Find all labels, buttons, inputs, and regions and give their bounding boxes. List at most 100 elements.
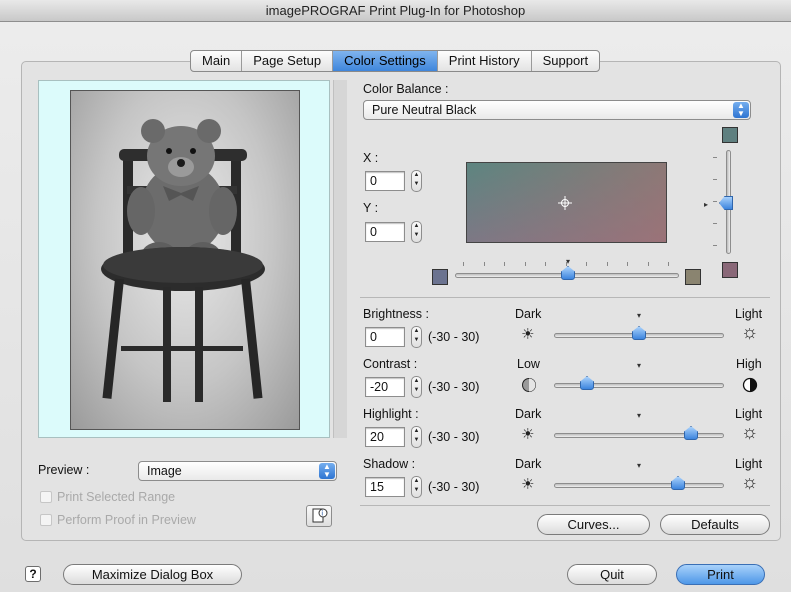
print-button[interactable]: Print [676,564,765,585]
contrast-slider-track[interactable] [554,383,724,388]
tab-bar: Main Page Setup Color Settings Print His… [190,50,601,72]
slider-tick [713,157,717,158]
preview-label: Preview : [38,463,90,477]
x-slider-center-marker: ▾ [566,257,571,266]
shadow-field[interactable]: 15 [365,477,405,497]
teddy-bear-chair-image [101,119,265,402]
sun-small-icon: ☀ [521,326,535,343]
contrast-high-label: High [736,357,762,371]
sun-small-icon: ☀ [521,476,535,493]
slider-tick [504,262,505,266]
tab-print-history[interactable]: Print History [438,51,532,71]
color-balance-value: Pure Neutral Black [372,103,477,117]
separator [360,505,770,506]
sun-large-icon: ☼ [741,472,759,493]
highlight-center-marker: ▾ [637,411,642,420]
half-circle-low-icon [522,378,536,392]
window-title: imagePROGRAF Print Plug-In for Photoshop [265,3,526,18]
color-balance-select[interactable]: Pure Neutral Black ▲ ▼ [363,100,751,120]
slider-tick [565,262,567,266]
y-stepper[interactable]: ▲ ▼ [411,221,422,243]
tab-page-setup[interactable]: Page Setup [242,51,334,71]
tab-color-settings[interactable]: Color Settings [333,51,438,71]
shadow-low-label: Dark [515,457,542,471]
window-title-bar: imagePROGRAF Print Plug-In for Photoshop [0,0,791,22]
contrast-center-marker: ▾ [637,361,642,370]
contrast-range: (-30 - 30) [428,380,480,394]
curves-button[interactable]: Curves... [537,514,650,535]
sun-large-icon: ☼ [741,322,759,343]
popup-arrows-icon: ▲ ▼ [319,463,335,479]
highlight-low-label: Dark [515,407,542,421]
help-icon: ? [29,567,37,581]
shadow-high-label: Light [735,457,763,471]
quit-button[interactable]: Quit [567,564,657,585]
brightness-high-label: Light [735,307,763,321]
print-selected-range-checkbox[interactable] [40,491,52,503]
crosshair-icon[interactable] [558,196,572,210]
brightness-center-marker: ▾ [637,311,642,320]
sun-small-icon: ☀ [521,426,535,443]
print-selected-range-label: Print Selected Range [57,490,176,504]
preview-scrollbar[interactable] [333,80,347,438]
brightness-field[interactable]: 0 [365,327,405,347]
slider-tick [713,245,717,246]
maximize-dialog-button[interactable]: Maximize Dialog Box [63,564,242,585]
highlight-high-label: Light [735,407,763,421]
preview-image [70,90,300,430]
brightness-label: Brightness : [363,307,430,321]
svg-text:i: i [321,510,323,518]
color-balance-label: Color Balance : [363,82,449,96]
popup-arrows-icon: ▲ ▼ [733,102,749,118]
document-info-icon: i [312,508,328,523]
contrast-field[interactable]: -20 [365,377,405,397]
slider-tick [586,262,587,266]
slider-tick [713,223,717,224]
defaults-button[interactable]: Defaults [660,514,770,535]
contrast-low-label: Low [517,357,540,371]
perform-proof-label: Perform Proof in Preview [57,513,196,527]
x-value-field[interactable]: 0 [365,171,405,191]
brightness-stepper[interactable]: ▲ ▼ [411,326,422,348]
perform-proof-checkbox[interactable] [40,514,52,526]
sun-large-icon: ☼ [741,422,759,443]
y-label: Y : [363,201,379,215]
shadow-stepper[interactable]: ▲ ▼ [411,476,422,498]
slider-tick [483,262,485,266]
swatch-left [432,269,448,285]
highlight-stepper[interactable]: ▲ ▼ [411,426,422,448]
brightness-range: (-30 - 30) [428,330,480,344]
tab-support[interactable]: Support [532,51,600,71]
slider-tick [647,262,649,266]
slider-tick [627,262,628,266]
x-stepper[interactable]: ▲ ▼ [411,170,422,192]
highlight-field[interactable]: 20 [365,427,405,447]
contrast-stepper[interactable]: ▲ ▼ [411,376,422,398]
preview-pane [38,80,330,438]
separator [360,297,770,298]
slider-tick [713,201,717,202]
half-circle-high-icon [742,377,758,393]
tab-main[interactable]: Main [191,51,243,71]
highlight-label: Highlight : [363,407,419,421]
shadow-label: Shadow : [363,457,416,471]
slider-tick [668,262,669,266]
shadow-center-marker: ▾ [637,461,642,470]
y-slider-center-marker: ▸ [704,200,709,209]
highlight-slider-track[interactable] [554,433,724,438]
slider-tick [463,262,464,266]
swatch-right [685,269,701,285]
slider-tick [524,262,526,266]
x-label: X : [363,151,379,165]
shadow-slider-track[interactable] [554,483,724,488]
y-value-field[interactable]: 0 [365,222,405,242]
highlight-range: (-30 - 30) [428,430,480,444]
preview-mode-value: Image [147,464,182,478]
preview-mode-select[interactable]: Image ▲ ▼ [138,461,337,481]
help-button[interactable]: ? [25,566,41,582]
contrast-label: Contrast : [363,357,418,371]
swatch-bottom [722,262,738,278]
slider-tick [606,262,608,266]
swatch-top [722,127,738,143]
proof-info-button[interactable]: i [306,505,332,527]
